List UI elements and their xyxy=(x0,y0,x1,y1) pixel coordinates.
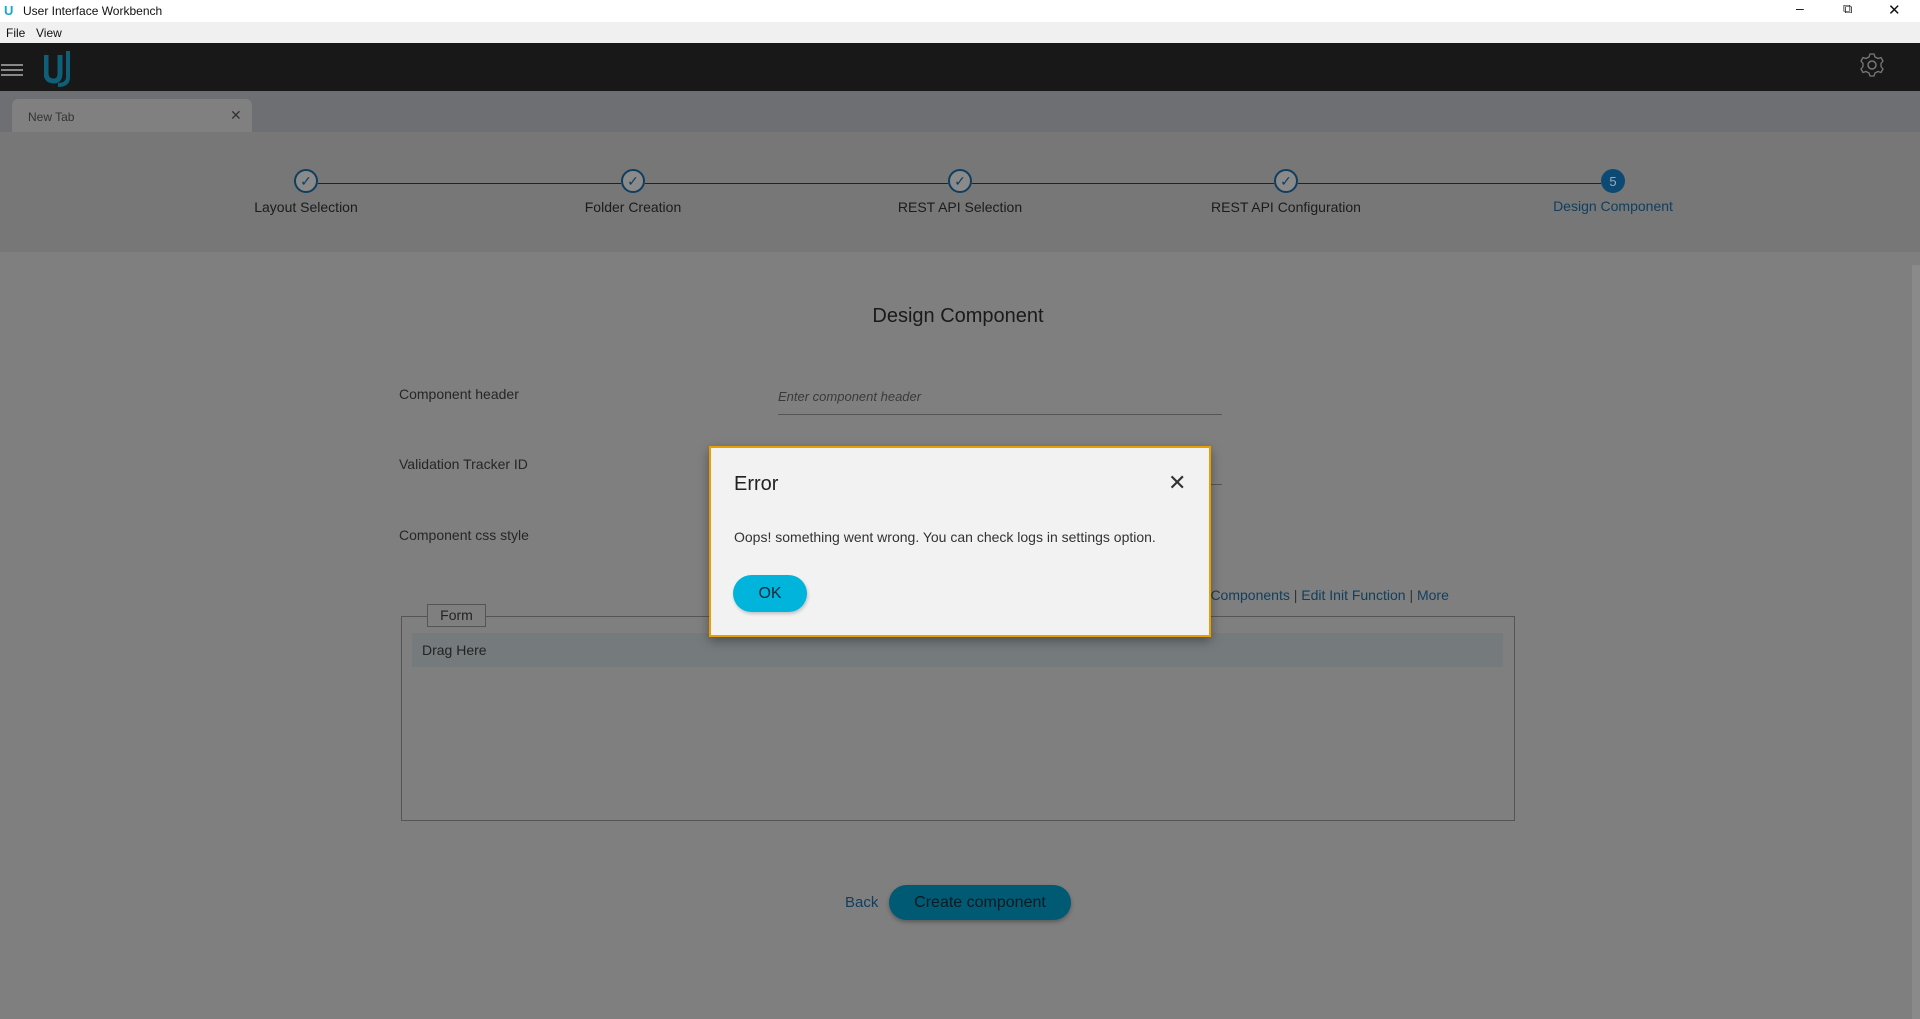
drop-zone[interactable]: Drag Here xyxy=(412,633,1503,667)
dialog-title: Error xyxy=(734,473,778,496)
window-title: User Interface Workbench xyxy=(23,4,162,18)
component-css-label: Component css style xyxy=(399,527,529,543)
window-title-bar: U User Interface Workbench – ⧉ ✕ xyxy=(0,0,1920,22)
menu-bar: File View xyxy=(0,22,1920,43)
dialog-close-icon[interactable]: ✕ xyxy=(1168,470,1186,496)
tab-bar xyxy=(0,91,1920,132)
tab-close-icon[interactable]: ✕ xyxy=(230,107,242,124)
step-design-component[interactable]: 5 Design Component xyxy=(1493,169,1733,214)
menu-file[interactable]: File xyxy=(6,26,25,40)
brand-logo-icon xyxy=(44,49,76,87)
input-placeholder: Enter component header xyxy=(778,389,921,404)
ok-button[interactable]: OK xyxy=(733,575,807,612)
settings-gear-icon[interactable] xyxy=(1859,52,1885,78)
step-rest-api-configuration[interactable]: ✓ REST API Configuration xyxy=(1166,169,1406,215)
back-button[interactable]: Back xyxy=(845,894,878,911)
more-link[interactable]: More xyxy=(1417,587,1449,603)
error-dialog: Error ✕ Oops! something went wrong. You … xyxy=(709,446,1211,637)
component-header-input[interactable]: Enter component header xyxy=(778,386,1222,415)
restore-button[interactable]: ⧉ xyxy=(1843,1,1852,17)
check-icon: ✓ xyxy=(294,169,318,193)
dialog-message: Oops! something went wrong. You can chec… xyxy=(734,529,1156,545)
step-folder-creation[interactable]: ✓ Folder Creation xyxy=(513,169,753,215)
minimize-button[interactable]: – xyxy=(1796,0,1810,16)
create-component-button[interactable]: Create component xyxy=(889,885,1071,920)
check-icon: ✓ xyxy=(948,169,972,193)
ok-label: OK xyxy=(758,585,781,602)
step-rest-api-selection[interactable]: ✓ REST API Selection xyxy=(840,169,1080,215)
check-icon: ✓ xyxy=(621,169,645,193)
close-window-button[interactable]: ✕ xyxy=(1888,1,1901,19)
check-icon: ✓ xyxy=(1274,169,1298,193)
step-layout-selection[interactable]: ✓ Layout Selection xyxy=(186,169,426,215)
drop-zone-text: Drag Here xyxy=(422,642,487,658)
form-legend: Form xyxy=(427,604,486,627)
hamburger-menu-icon[interactable] xyxy=(1,64,23,76)
page-title: Design Component xyxy=(758,305,1158,328)
create-component-label: Create component xyxy=(914,894,1046,911)
component-header-label: Component header xyxy=(399,386,519,402)
menu-view[interactable]: View xyxy=(36,26,62,40)
scrollbar[interactable] xyxy=(1912,265,1920,1019)
step-label: Design Component xyxy=(1493,198,1733,214)
step-label: REST API Selection xyxy=(840,199,1080,215)
validation-tracker-label: Validation Tracker ID xyxy=(399,456,528,472)
edit-init-function-link[interactable]: Edit Init Function xyxy=(1301,587,1405,603)
step-number: 5 xyxy=(1601,169,1625,193)
tab-label: New Tab xyxy=(28,110,74,124)
step-label: Folder Creation xyxy=(513,199,753,215)
tab-new-tab[interactable]: New Tab ✕ xyxy=(12,99,252,132)
step-label: REST API Configuration xyxy=(1166,199,1406,215)
step-label: Layout Selection xyxy=(186,199,426,215)
app-header xyxy=(0,43,1920,91)
app-logo-icon: U xyxy=(4,3,13,18)
